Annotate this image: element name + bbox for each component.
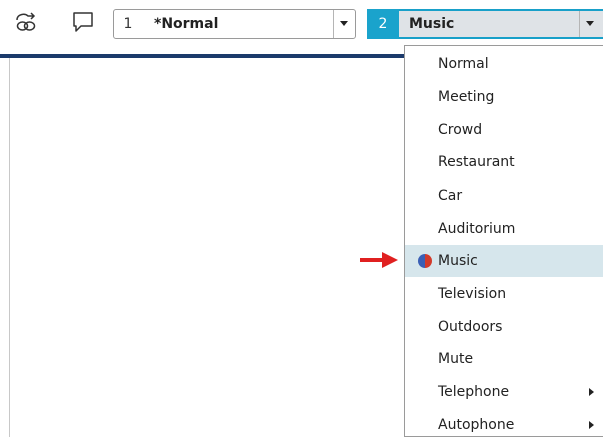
content-border: [9, 58, 10, 437]
menu-item-label: Restaurant: [438, 154, 515, 170]
menu-item-label: Crowd: [438, 122, 483, 138]
program-2-number: 2: [367, 9, 399, 39]
menu-item-label: Music: [438, 253, 478, 269]
menu-item-label: Car: [438, 188, 463, 204]
program-dropdown-menu: Normal Meeting Crowd Restaurant Car Audi…: [404, 45, 603, 437]
menu-item-meeting[interactable]: Meeting: [405, 81, 603, 113]
chevron-down-icon[interactable]: [333, 10, 355, 38]
menu-item-television[interactable]: Television: [405, 278, 603, 310]
toolbar: 1 *Normal 2 Music: [0, 0, 603, 44]
menu-item-label: Telephone: [438, 384, 510, 400]
menu-item-label: Autophone: [438, 417, 515, 433]
program-2-name: Music: [409, 16, 455, 32]
menu-item-normal[interactable]: Normal: [405, 48, 603, 80]
menu-item-restaurant[interactable]: Restaurant: [405, 146, 603, 178]
divider-line: [0, 54, 405, 58]
menu-item-label: Television: [438, 286, 507, 302]
menu-item-music[interactable]: Music: [405, 245, 603, 277]
link-icon[interactable]: [14, 9, 40, 35]
menu-item-label: Outdoors: [438, 319, 503, 335]
comment-icon[interactable]: [70, 9, 96, 35]
program-2-select[interactable]: 2 Music: [367, 9, 603, 39]
menu-item-label: Auditorium: [438, 221, 516, 237]
chevron-right-icon: [589, 388, 594, 396]
menu-item-outdoors[interactable]: Outdoors: [405, 311, 603, 343]
menu-item-crowd[interactable]: Crowd: [405, 114, 603, 146]
program-1-number: 1: [123, 16, 133, 32]
menu-item-label: Normal: [438, 56, 489, 72]
program-1-name: *Normal: [154, 16, 219, 32]
menu-item-label: Mute: [438, 351, 474, 367]
menu-item-label: Meeting: [438, 89, 495, 105]
chevron-down-icon[interactable]: [579, 11, 601, 37]
program-1-select[interactable]: 1 *Normal: [113, 9, 356, 39]
pointer-arrow-icon: [360, 250, 400, 270]
menu-item-mute[interactable]: Mute: [405, 343, 603, 375]
chevron-right-icon: [589, 421, 594, 429]
menu-item-autophone[interactable]: Autophone: [405, 409, 603, 437]
menu-item-auditorium[interactable]: Auditorium: [405, 213, 603, 245]
menu-item-telephone[interactable]: Telephone: [405, 376, 603, 408]
menu-item-car[interactable]: Car: [405, 180, 603, 212]
half-circle-icon: [418, 254, 432, 268]
